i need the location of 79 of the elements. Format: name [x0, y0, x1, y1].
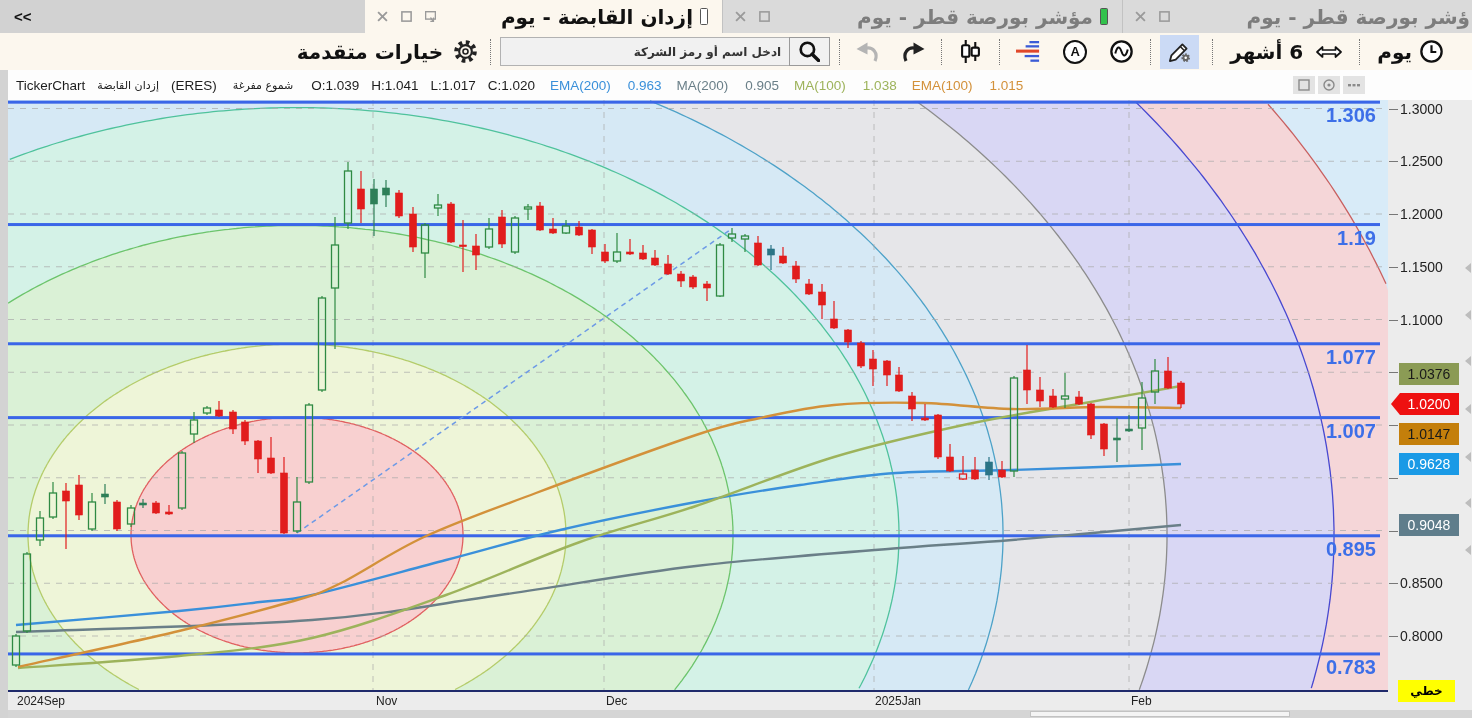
search-field[interactable]: ادخل اسم أو رمز الشركة: [500, 37, 790, 66]
triangle-icon: [1465, 498, 1471, 508]
scrollbar[interactable]: [8, 710, 1472, 718]
time-axis-label: Feb: [1131, 694, 1152, 708]
restore-icon[interactable]: [425, 11, 436, 22]
collapse-button[interactable]: <<: [10, 6, 36, 27]
period-button[interactable]: 6 أشهر: [1226, 34, 1347, 69]
undo-icon: [856, 41, 881, 62]
indicator-name: EMA(200): [549, 77, 611, 93]
interval-button[interactable]: يوم: [1373, 34, 1447, 69]
clock-icon: [1420, 40, 1443, 63]
price-axis-label: 1.3000: [1400, 100, 1443, 117]
triangle-icon: [1465, 545, 1471, 555]
text-tool-button[interactable]: A: [1063, 39, 1088, 64]
tab[interactable]: إزدان القابضة - يوم: [365, 0, 722, 33]
time-axis-label: Dec: [606, 694, 628, 708]
more-button[interactable]: [1343, 76, 1365, 94]
time-axis-label: 2024Sep: [17, 694, 66, 708]
maximize-icon[interactable]: [1159, 11, 1170, 22]
fibonacci-level-label: 1.306: [1325, 104, 1376, 127]
search-icon: [799, 41, 821, 62]
price-tag: 0.9628: [1399, 453, 1459, 476]
price-tag: 0.9048: [1399, 514, 1459, 537]
close-icon[interactable]: [377, 11, 388, 22]
price-axis-label: 0.8500: [1400, 575, 1443, 592]
symbol-name: إزدان القابضة: [97, 78, 159, 92]
advanced-options-button[interactable]: خيارات متقدمة: [292, 34, 482, 69]
scale-type-button[interactable]: خطي: [1398, 680, 1455, 702]
fibonacci-level-label: 1.077: [1325, 345, 1376, 368]
price-axis-label: 1.1000: [1400, 311, 1443, 328]
close-icon[interactable]: [735, 11, 746, 22]
indicator-value: 0.905: [745, 77, 780, 93]
fibonacci-level-label: 1.007: [1325, 419, 1376, 442]
maximize-icon[interactable]: [401, 11, 412, 22]
maximize-button[interactable]: [1293, 76, 1315, 94]
triangle-icon: [1465, 263, 1471, 273]
triangle-icon: [1465, 452, 1471, 462]
indicator-value: 1.038: [862, 77, 897, 93]
ohlc-value: O:1.039: [311, 77, 360, 93]
close-icon[interactable]: [1135, 11, 1146, 22]
circle-dot-icon: [1323, 79, 1335, 91]
indicator-name: EMA(100): [911, 77, 973, 93]
draw-tool-button[interactable]: [1160, 34, 1200, 69]
price-axis-label: 1.2000: [1400, 206, 1443, 222]
chart-source-label: TickerChart: [16, 77, 86, 93]
fibonacci-level-label: 1.19: [1337, 226, 1376, 249]
price-tag: 1.0147: [1399, 422, 1459, 445]
indicator-value: 0.963: [627, 77, 662, 93]
price-axis-label: 1.2500: [1400, 153, 1443, 170]
indicator-name: MA(200): [676, 77, 729, 93]
search-button[interactable]: [789, 37, 831, 66]
triangle-icon: [1465, 404, 1471, 414]
double-arrow-icon: [1316, 45, 1343, 58]
square-icon: [1298, 79, 1310, 91]
ohlc-value: C:1.020: [487, 77, 535, 93]
redo-icon: [901, 41, 926, 62]
triangle-icon: [1465, 310, 1471, 320]
fibonacci-level-label: 0.783: [1325, 655, 1376, 678]
horizontal-bars-icon: [1016, 41, 1042, 62]
ohlc-value: H:1.041: [371, 77, 419, 93]
price-tag: 1.0200: [1391, 392, 1459, 415]
scrollbar-thumb[interactable]: [1030, 711, 1290, 717]
settings-button[interactable]: [1318, 76, 1340, 94]
price-axis-label: 0.8000: [1400, 628, 1443, 644]
price-tag: 1.0376: [1399, 362, 1459, 385]
indicator-name: MA(100): [794, 77, 846, 93]
pencil-gear-icon: [1168, 40, 1192, 63]
settings-icon: [454, 40, 478, 63]
chart-style-label: شموع مفرغة: [232, 78, 294, 92]
triangle-icon: [1465, 356, 1471, 366]
time-axis-label: 2025Jan: [875, 694, 922, 708]
candlestick-icon: [960, 40, 982, 63]
price-axis-label: 1.1500: [1400, 258, 1443, 275]
ohlc-value: L:1.017: [430, 77, 476, 93]
time-axis-label: Nov: [376, 694, 398, 708]
wave-circle-icon: [1110, 40, 1134, 63]
maximize-icon[interactable]: [759, 11, 770, 22]
indicator-value: 1.015: [989, 77, 1024, 93]
symbol-code: (ERES): [171, 77, 217, 93]
